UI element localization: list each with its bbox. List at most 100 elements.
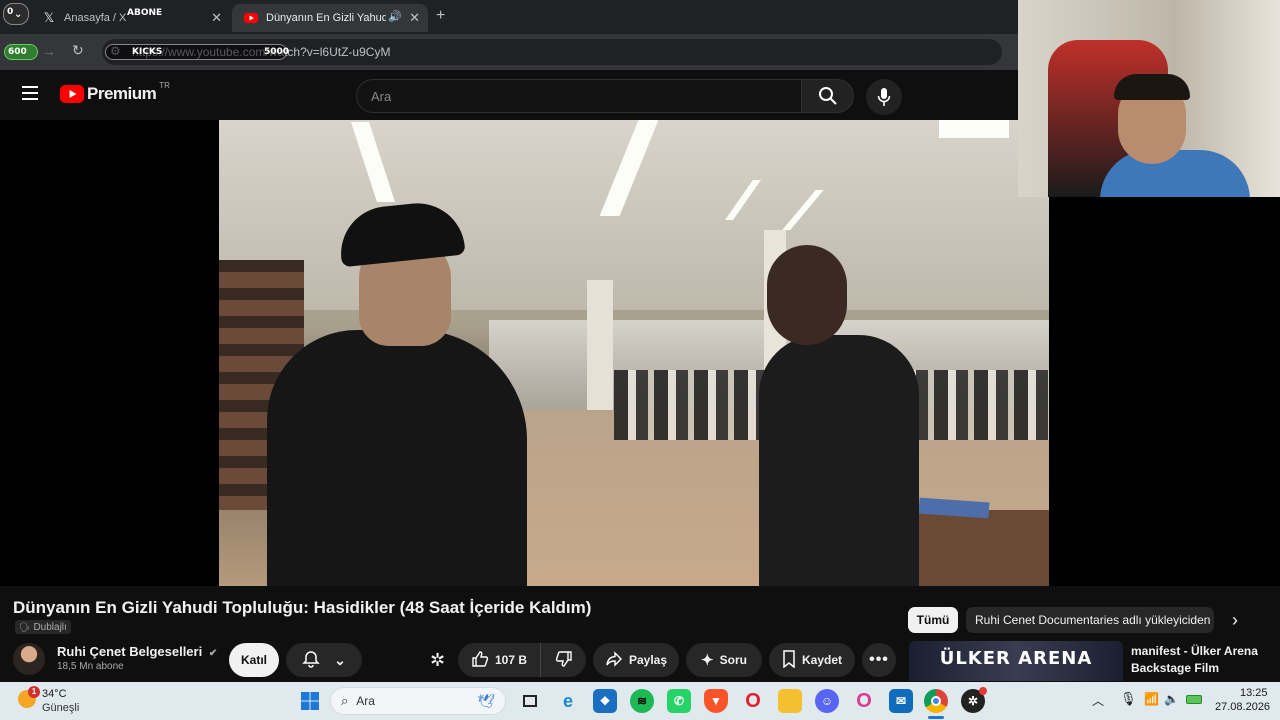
share-arrow-icon xyxy=(605,650,623,671)
more-dots-icon: ••• xyxy=(869,651,889,668)
ai-sparkle-icon[interactable]: ✲ xyxy=(430,650,445,671)
man-in-dark-shirt xyxy=(759,335,919,586)
battery-icon[interactable] xyxy=(1186,695,1202,704)
chip-all[interactable]: Tümü xyxy=(908,607,958,633)
video-frame[interactable] xyxy=(219,120,1049,586)
chrome-icon[interactable] xyxy=(924,689,948,713)
dislike-button[interactable] xyxy=(540,643,586,677)
task-view-icon[interactable] xyxy=(518,689,542,713)
subscription-bell-button[interactable]: ⌄ xyxy=(286,643,362,677)
dubbed-icon: 🗣 xyxy=(19,621,31,632)
share-button[interactable]: Paylaş xyxy=(593,643,679,677)
spotify-icon[interactable]: ≋ xyxy=(630,689,654,713)
man-head xyxy=(767,245,847,345)
bell-icon xyxy=(302,650,320,671)
recommendation-title[interactable]: manifest - Ülker Arena Backstage Film xyxy=(1131,643,1271,677)
close-tab-icon[interactable]: ✕ xyxy=(211,10,222,26)
opera-gx-icon[interactable]: O xyxy=(852,689,876,713)
reload-icon[interactable]: ↻ xyxy=(72,42,84,59)
webcam-overlay xyxy=(1018,0,1280,197)
logo-text: Premium xyxy=(87,84,157,103)
ask-button[interactable]: ✦ Soru xyxy=(686,643,762,677)
microphone-icon xyxy=(877,88,891,106)
join-button[interactable]: Katıl xyxy=(229,643,279,677)
chevron-right-icon: › xyxy=(1232,609,1238,630)
like-button[interactable]: 107 B xyxy=(458,643,540,677)
weather-widget[interactable]: 1 34°C Güneşli xyxy=(16,686,106,716)
save-button[interactable]: Kaydet xyxy=(769,643,855,677)
search-button[interactable] xyxy=(802,79,854,113)
search-highlight-icon: 🕊 xyxy=(477,692,495,709)
hamburger-menu-icon[interactable] xyxy=(22,86,38,105)
like-count: 107 B xyxy=(494,653,528,667)
wifi-icon[interactable]: 📶 xyxy=(1144,692,1159,706)
discord-icon[interactable]: ☺ xyxy=(815,689,839,713)
dubbed-badge: 🗣 Dublajlı xyxy=(15,620,71,634)
bookmark-icon xyxy=(782,649,796,671)
more-actions-button[interactable]: ••• xyxy=(862,643,896,677)
close-tab-icon[interactable]: ✕ xyxy=(409,10,420,26)
tab-title: Anasayfa / X xyxy=(64,12,127,24)
headphones xyxy=(1114,74,1190,100)
search-input[interactable]: Ara xyxy=(356,79,802,113)
weather-desc: Güneşli xyxy=(42,702,80,714)
windows-start-icon[interactable] xyxy=(298,689,322,713)
new-tab-button[interactable]: + xyxy=(436,7,445,25)
channel-avatar[interactable] xyxy=(13,643,45,675)
x-logo-icon: 𝕏 xyxy=(43,10,55,25)
desk xyxy=(909,510,1049,586)
sparkle-icon: ✦ xyxy=(701,652,714,669)
editor-app-icon[interactable]: ❖ xyxy=(593,689,617,713)
windows-taskbar: 1 34°C Güneşli ⌕ Ara 🕊 e ❖ ≋ ✆ ▼ O ☺ O ✉… xyxy=(0,682,1280,720)
clock-date[interactable]: 27.08.2026 xyxy=(1215,701,1270,713)
opera-icon[interactable]: O xyxy=(741,689,765,713)
speaker-icon[interactable]: 🔊 xyxy=(388,10,402,23)
youtube-favicon-icon xyxy=(244,11,258,25)
region-code: TR xyxy=(159,80,170,90)
brave-icon[interactable]: ▼ xyxy=(704,689,728,713)
thumbs-up-icon xyxy=(471,650,489,671)
chevron-up-icon[interactable]: ︿ xyxy=(1092,692,1104,709)
abone-count-left: 0 xyxy=(7,7,14,17)
channel-name[interactable]: Ruhi Çenet Belgeselleri ✔ xyxy=(57,644,217,659)
channel-name-text[interactable]: Ruhi Çenet Belgeselleri xyxy=(57,644,202,659)
kicks-count-right: 5000 xyxy=(264,47,290,57)
verified-check-icon: ✔ xyxy=(208,648,218,659)
microphone-tray-icon[interactable]: 🎙 xyxy=(1120,691,1137,707)
weather-alert-badge: 1 xyxy=(28,686,40,698)
file-explorer-icon[interactable] xyxy=(778,689,802,713)
clock-time[interactable]: 13:25 xyxy=(1240,687,1268,699)
man-in-black-coat xyxy=(267,330,527,586)
search-placeholder: Ara xyxy=(371,89,392,104)
youtube-logo-icon xyxy=(60,85,84,103)
dubbed-label: Dublajlı xyxy=(33,621,67,633)
thumbs-down-icon xyxy=(555,650,573,671)
abone-label: ABONE xyxy=(127,8,163,18)
taskbar-search-label: Ara xyxy=(356,694,375,708)
kicks-count-left: 600 xyxy=(8,47,27,57)
active-app-indicator xyxy=(928,716,944,719)
ceiling-light xyxy=(939,120,1009,138)
chevron-down-icon: ⌄ xyxy=(14,9,23,20)
recording-app-icon[interactable]: ✲ xyxy=(961,687,987,713)
whatsapp-icon[interactable]: ✆ xyxy=(667,689,691,713)
blue-shirt xyxy=(1100,150,1250,197)
share-label: Paylaş xyxy=(628,653,668,667)
taskbar-search[interactable]: ⌕ Ara 🕊 xyxy=(330,687,506,715)
forward-arrow-icon[interactable]: → xyxy=(42,43,56,59)
video-title: Dünyanın En Gizli Yahudi Topluluğu: Hasi… xyxy=(13,598,592,617)
save-label: Kaydet xyxy=(801,653,842,667)
recommendation-thumbnail[interactable]: ÜLKER ARENA xyxy=(909,641,1123,681)
ask-label: Soru xyxy=(719,653,747,667)
youtube-premium-logo[interactable]: Premium TR xyxy=(60,80,170,104)
thumbnail-text: ÜLKER ARENA xyxy=(939,648,1093,669)
edge-icon[interactable]: e xyxy=(556,689,580,713)
outlook-icon[interactable]: ✉ xyxy=(889,689,913,713)
volume-icon[interactable]: 🔈 xyxy=(1164,692,1179,706)
voice-search-button[interactable] xyxy=(866,79,902,115)
chip-from-uploader[interactable]: Ruhi Cenet Documentaries adlı yükleyicid… xyxy=(966,607,1214,633)
chip-scroll-right-button[interactable]: › xyxy=(1222,607,1248,633)
tab-youtube-video[interactable]: Dünyanın En Gizli Yahudi To 🔊 ✕ xyxy=(232,4,428,32)
weather-temp: 34°C xyxy=(42,688,67,700)
tab-title: Dünyanın En Gizli Yahudi To xyxy=(266,12,386,24)
